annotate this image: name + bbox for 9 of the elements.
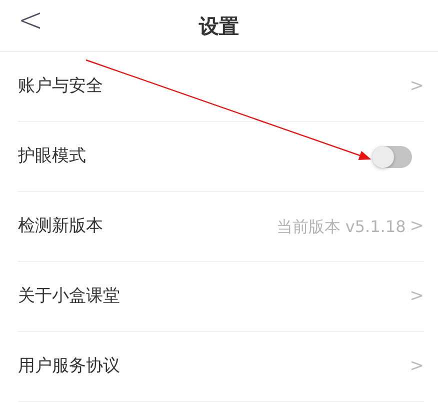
setting-label[interactable]: 护眼模式 [18, 144, 86, 170]
toggle-switch[interactable] [372, 146, 412, 168]
back-button[interactable]: < [14, 4, 48, 38]
version-text: 当前版本 v5.1.18 [276, 216, 406, 238]
setting-label[interactable]: 检测新版本 [18, 214, 103, 240]
setting-label[interactable]: 关于小盒课堂 [18, 284, 120, 310]
setting-label[interactable]: 用户服务协议 [18, 354, 120, 380]
page-title: 设置 [199, 12, 239, 40]
setting-label[interactable]: 账户与安全 [18, 74, 103, 100]
